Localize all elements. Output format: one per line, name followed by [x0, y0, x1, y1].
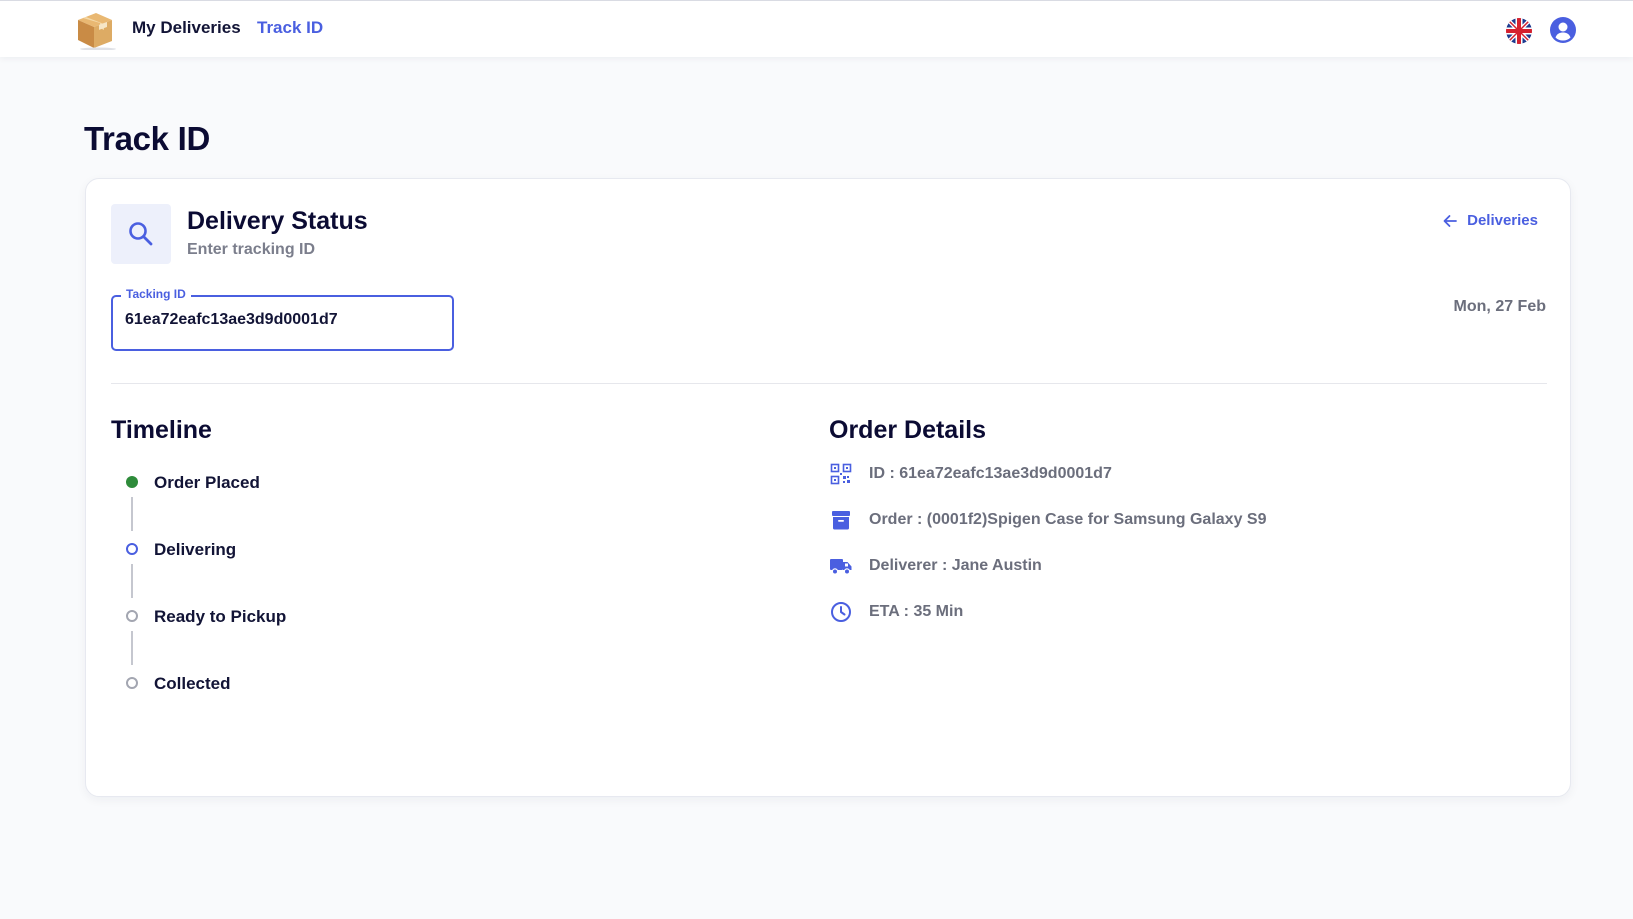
- truck-icon: [830, 559, 852, 575]
- current-date: Mon, 27 Feb: [1453, 298, 1546, 315]
- arrow-left-icon: [1443, 214, 1458, 227]
- top-navigation: My Deliveries Track ID: [0, 0, 1633, 57]
- search-tile: [111, 204, 171, 264]
- back-link-label: Deliveries: [1467, 212, 1538, 229]
- detail-text: ETA : 35 Min: [869, 603, 964, 620]
- detail-row-id: ID : 61ea72eafc13ae3d9d0001d7: [829, 462, 1112, 486]
- status-dot-pending: [126, 677, 138, 689]
- status-dot-done: [126, 476, 138, 488]
- timeline-title: Timeline: [111, 416, 212, 444]
- tracking-id-field: Tacking ID: [111, 287, 454, 351]
- timeline-step-order-placed: Order Placed: [126, 473, 260, 492]
- nav-track-id[interactable]: Track ID: [257, 18, 323, 38]
- search-icon: [129, 222, 153, 246]
- tracking-id-input[interactable]: [125, 311, 435, 329]
- timeline-step-label: Collected: [154, 674, 231, 693]
- user-circle-icon[interactable]: [1550, 17, 1576, 43]
- status-dot-pending: [126, 610, 138, 622]
- timeline-step-label: Ready to Pickup: [154, 607, 287, 626]
- uk-flag-icon[interactable]: [1506, 18, 1532, 44]
- back-to-deliveries-link[interactable]: Deliveries: [1442, 212, 1538, 229]
- detail-text: ID : 61ea72eafc13ae3d9d0001d7: [869, 465, 1112, 482]
- timeline-step-collected: Collected: [126, 674, 231, 693]
- timeline-connector: [131, 564, 133, 598]
- page-title: Track ID: [84, 120, 211, 157]
- card-title: Delivery Status: [187, 207, 368, 235]
- timeline-connector: [131, 631, 133, 665]
- timeline-connector: [131, 497, 133, 531]
- timeline-step-delivering: Delivering: [126, 540, 236, 559]
- detail-row-eta: ETA : 35 Min: [829, 600, 963, 624]
- detail-row-deliverer: Deliverer : Jane Austin: [829, 554, 1042, 578]
- status-dot-current: [126, 543, 138, 555]
- divider: [111, 383, 1547, 384]
- package-box-icon[interactable]: [74, 10, 116, 50]
- detail-text: Order : (0001f2)Spigen Case for Samsung …: [869, 511, 1267, 528]
- delivery-status-card: Delivery Status Enter tracking ID Delive…: [85, 178, 1571, 797]
- timeline-step-ready-to-pickup: Ready to Pickup: [126, 607, 286, 626]
- nav-my-deliveries[interactable]: My Deliveries: [132, 18, 241, 38]
- card-subtitle: Enter tracking ID: [187, 241, 316, 258]
- tracking-id-label: Tacking ID: [121, 287, 191, 301]
- timeline-step-label: Order Placed: [154, 473, 260, 492]
- order-details-title: Order Details: [829, 416, 987, 444]
- archive-box-icon: [832, 511, 850, 530]
- qr-code-icon: [830, 463, 852, 485]
- detail-text: Deliverer : Jane Austin: [869, 557, 1042, 574]
- detail-row-order: Order : (0001f2)Spigen Case for Samsung …: [829, 508, 1266, 532]
- timeline-step-label: Delivering: [154, 540, 237, 559]
- clock-icon: [831, 602, 851, 622]
